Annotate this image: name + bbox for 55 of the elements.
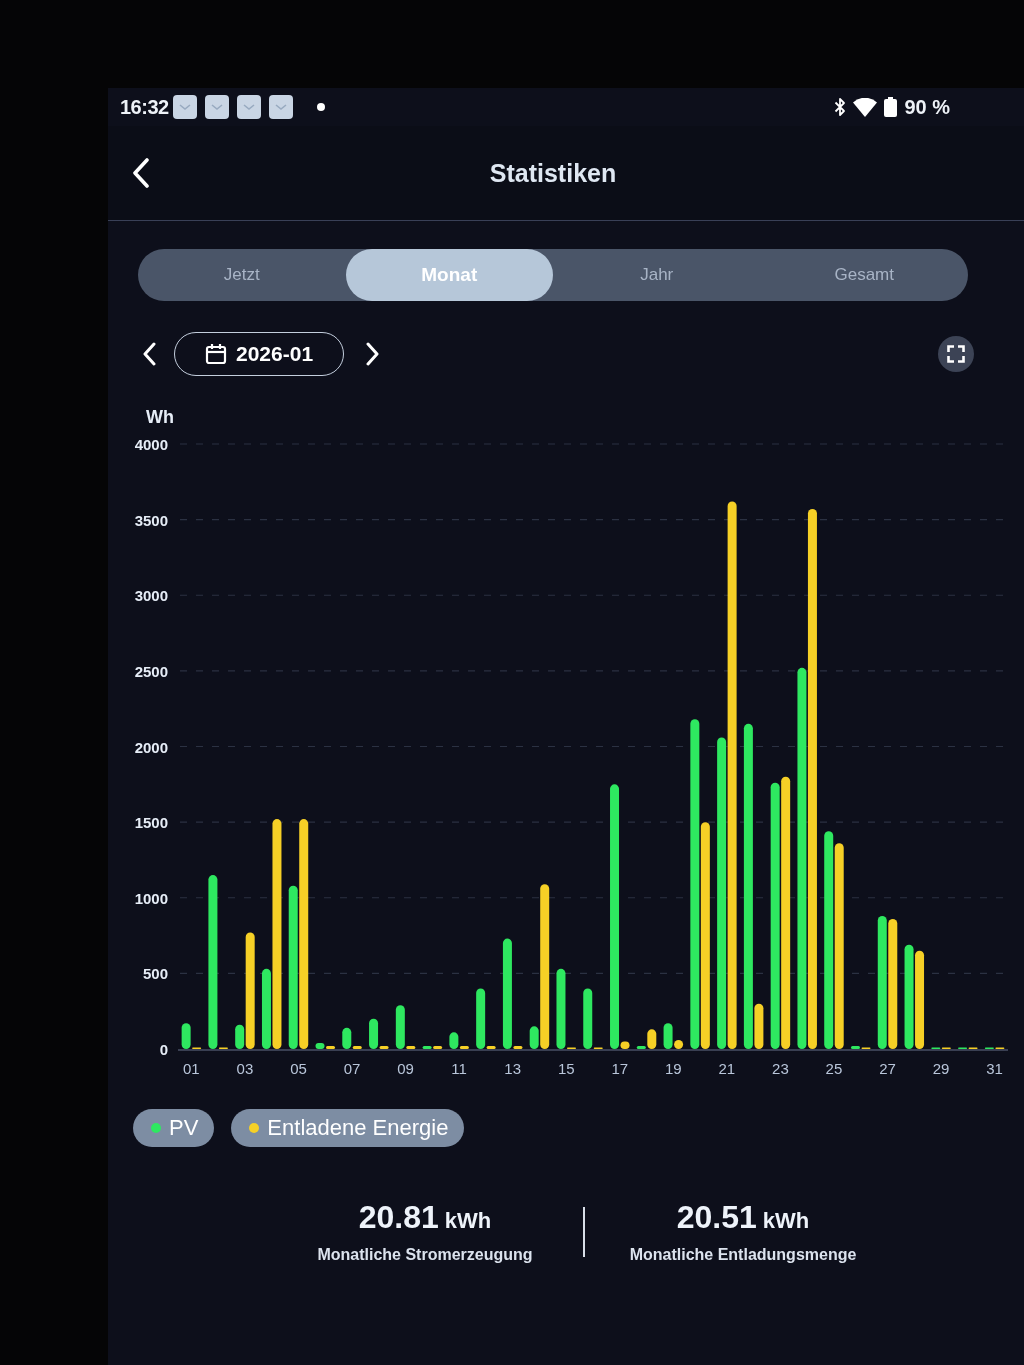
wifi-icon: [853, 97, 878, 117]
y-tick-label: 500: [142, 965, 168, 983]
x-tick-label: 25: [825, 1060, 843, 1077]
stat-label: Monatliche Entladungsmenge: [629, 1246, 857, 1264]
axis-unit-label: Wh: [146, 407, 174, 427]
tab[interactable]: Gesamt: [760, 249, 968, 301]
calendar-icon: [205, 343, 227, 365]
x-tick-label: 17: [611, 1060, 629, 1077]
legend-chip[interactable]: PV: [133, 1109, 215, 1147]
stat-unit: kWh: [444, 1208, 492, 1234]
y-tick-label: 1000: [134, 889, 168, 907]
y-tick-label: 2000: [134, 738, 168, 756]
x-tick-label: 13: [504, 1060, 521, 1077]
status-time: 16:32: [120, 95, 169, 119]
x-tick-label: 11: [451, 1060, 467, 1077]
stat-value: 20.51: [676, 1199, 757, 1236]
x-tick-label: 29: [932, 1060, 950, 1077]
notification-icon: [204, 95, 229, 119]
x-tick-label: 19: [665, 1060, 682, 1077]
y-tick-label: 2500: [134, 662, 168, 680]
chevron-left-icon: [132, 158, 150, 188]
chevron-right-icon: [366, 342, 381, 366]
x-tick-label: 21: [718, 1060, 736, 1077]
x-tick-label: 05: [290, 1060, 307, 1077]
status-dot-icon: [316, 103, 325, 111]
battery-icon: [884, 97, 898, 117]
x-tick-label: 03: [236, 1060, 254, 1077]
y-tick-label: 3000: [134, 587, 168, 605]
y-tick-label: 0: [159, 1041, 168, 1058]
notification-icon: [236, 95, 261, 119]
y-tick-label: 4000: [134, 436, 168, 453]
back-button[interactable]: [130, 156, 152, 190]
notification-icon: [172, 95, 197, 119]
tab[interactable]: Jahr: [553, 249, 761, 301]
x-tick-label: 15: [557, 1060, 575, 1077]
x-tick-label: 09: [397, 1060, 414, 1077]
x-tick-label: 23: [772, 1060, 789, 1077]
page-title: Statistiken: [489, 158, 617, 188]
fullscreen-button[interactable]: [938, 336, 974, 372]
x-tick-label: 27: [879, 1060, 896, 1077]
y-tick-label: 3500: [134, 511, 168, 529]
legend-chip[interactable]: Entladene Energie: [231, 1109, 465, 1147]
notification-icon: [268, 95, 293, 119]
x-tick-label: 01: [183, 1060, 200, 1077]
y-tick-label: 1500: [134, 814, 168, 832]
stat-unit: kWh: [762, 1208, 810, 1234]
x-tick-label: 31: [986, 1060, 1003, 1077]
stat-label: Monatliche Stromerzeugung: [317, 1246, 533, 1264]
tab[interactable]: Jetzt: [138, 249, 346, 301]
battery-percent: 90 %: [904, 95, 950, 119]
chevron-left-icon: [142, 342, 156, 366]
fullscreen-icon: [947, 345, 965, 363]
x-tick-label: 07: [343, 1060, 361, 1077]
bluetooth-icon: [834, 97, 847, 117]
stat-value: 20.81: [358, 1199, 439, 1236]
